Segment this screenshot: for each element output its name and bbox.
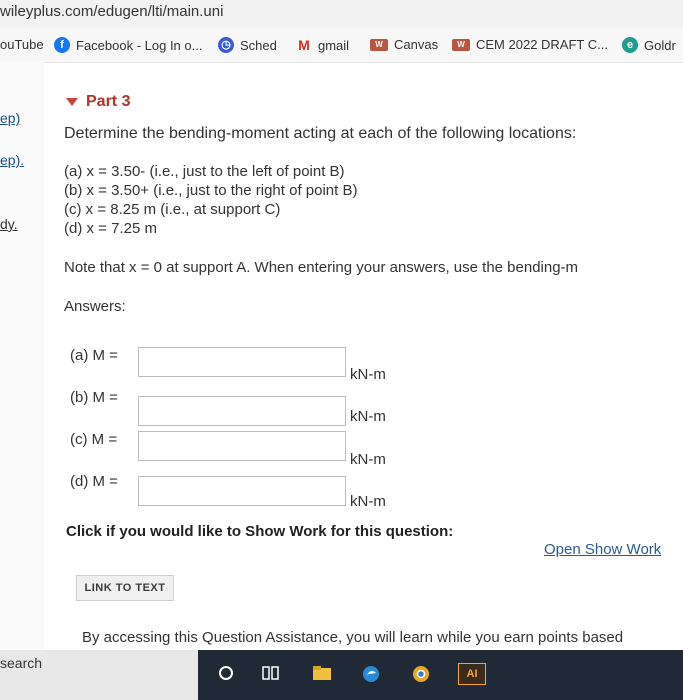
illustrator-icon[interactable]: AI	[458, 663, 486, 685]
cortana-icon[interactable]	[218, 665, 234, 686]
answers-label: Answers:	[64, 298, 126, 315]
globe-icon: e	[622, 37, 638, 53]
taskbar-search[interactable]: search	[0, 650, 198, 700]
answer-d-label: (d) M =	[70, 473, 118, 490]
answer-d-input[interactable]	[138, 476, 346, 506]
answer-c-input[interactable]	[138, 431, 346, 461]
bookmark-goldr[interactable]: e Goldr	[622, 37, 676, 53]
chrome-icon[interactable]	[412, 665, 430, 688]
show-work-prompt: Click if you would like to Show Work for…	[66, 523, 454, 540]
search-label: search	[0, 655, 43, 671]
location-item: (b) x = 3.50+ (i.e., just to the right o…	[64, 182, 358, 199]
question-text: Determine the bending-moment acting at e…	[64, 125, 577, 142]
bookmark-label: CEM 2022 DRAFT C...	[476, 37, 608, 52]
address-bar[interactable]: wileyplus.com/edugen/lti/main.uni	[0, 0, 683, 28]
bookmark-sched[interactable]: ◷ Sched	[218, 37, 277, 53]
bookmark-label: Goldr	[644, 37, 676, 53]
clock-icon: ◷	[218, 37, 234, 53]
answer-a-label: (a) M =	[70, 347, 118, 364]
gmail-icon: M	[298, 37, 310, 53]
answer-a-input[interactable]	[138, 347, 346, 377]
open-show-work-link[interactable]: Open Show Work	[544, 541, 661, 558]
sidebar-link[interactable]: ep).	[0, 152, 24, 168]
wiley-icon: W	[452, 38, 470, 51]
bookmark-canvas[interactable]: W Canvas	[370, 37, 438, 52]
answer-b-label: (b) M =	[70, 389, 118, 406]
facebook-icon: f	[54, 37, 70, 53]
location-item: (c) x = 8.25 m (i.e., at support C)	[64, 201, 281, 218]
answer-c-unit: kN-m	[350, 451, 386, 468]
note-text: Note that x = 0 at support A. When enter…	[64, 259, 579, 276]
answer-c-label: (c) M =	[70, 431, 118, 448]
bookmark-label: Facebook - Log In o...	[76, 37, 203, 53]
task-view-icon[interactable]	[262, 665, 280, 686]
bookmark-facebook[interactable]: f Facebook - Log In o...	[54, 37, 202, 53]
url-text[interactable]: wileyplus.com/edugen/lti/main.uni	[0, 3, 223, 20]
bookmark-label: Sched	[240, 37, 277, 53]
part-header[interactable]: Part 3	[66, 93, 130, 111]
location-item: (d) x = 7.25 m	[64, 220, 157, 237]
answer-b-unit: kN-m	[350, 408, 386, 425]
bookmark-label: Canvas	[394, 37, 439, 52]
collapse-triangle-icon[interactable]	[66, 97, 78, 106]
link-to-text-button[interactable]: LINK TO TEXT	[76, 575, 174, 601]
assistance-text: By accessing this Question Assistance, y…	[82, 629, 624, 646]
wiley-icon: W	[370, 38, 388, 51]
location-item: (a) x = 3.50- (i.e., just to the left of…	[64, 163, 345, 180]
bookmarks-bar: ouTube f Facebook - Log In o... ◷ Sched …	[0, 28, 683, 63]
bookmark-youtube[interactable]: ouTube	[0, 37, 44, 52]
answer-d-unit: kN-m	[350, 493, 386, 510]
left-sidebar: ep) ep). dy.	[0, 62, 45, 650]
bookmark-label: gmail	[318, 37, 350, 53]
bookmark-cem[interactable]: W CEM 2022 DRAFT C...	[452, 37, 608, 52]
illustrator-label: AI	[466, 668, 478, 680]
sidebar-link[interactable]: dy.	[0, 216, 18, 232]
answer-b-input[interactable]	[138, 396, 346, 426]
question-panel: Part 3 Determine the bending-moment acti…	[44, 62, 683, 651]
answer-a-unit: kN-m	[350, 366, 386, 383]
file-explorer-icon[interactable]	[312, 665, 332, 686]
sidebar-link[interactable]: ep)	[0, 110, 20, 126]
edge-icon[interactable]	[362, 665, 380, 688]
part-title: Part 3	[86, 93, 131, 110]
bookmark-gmail[interactable]: M gmail	[296, 37, 349, 53]
bookmark-label: ouTube	[0, 37, 44, 52]
